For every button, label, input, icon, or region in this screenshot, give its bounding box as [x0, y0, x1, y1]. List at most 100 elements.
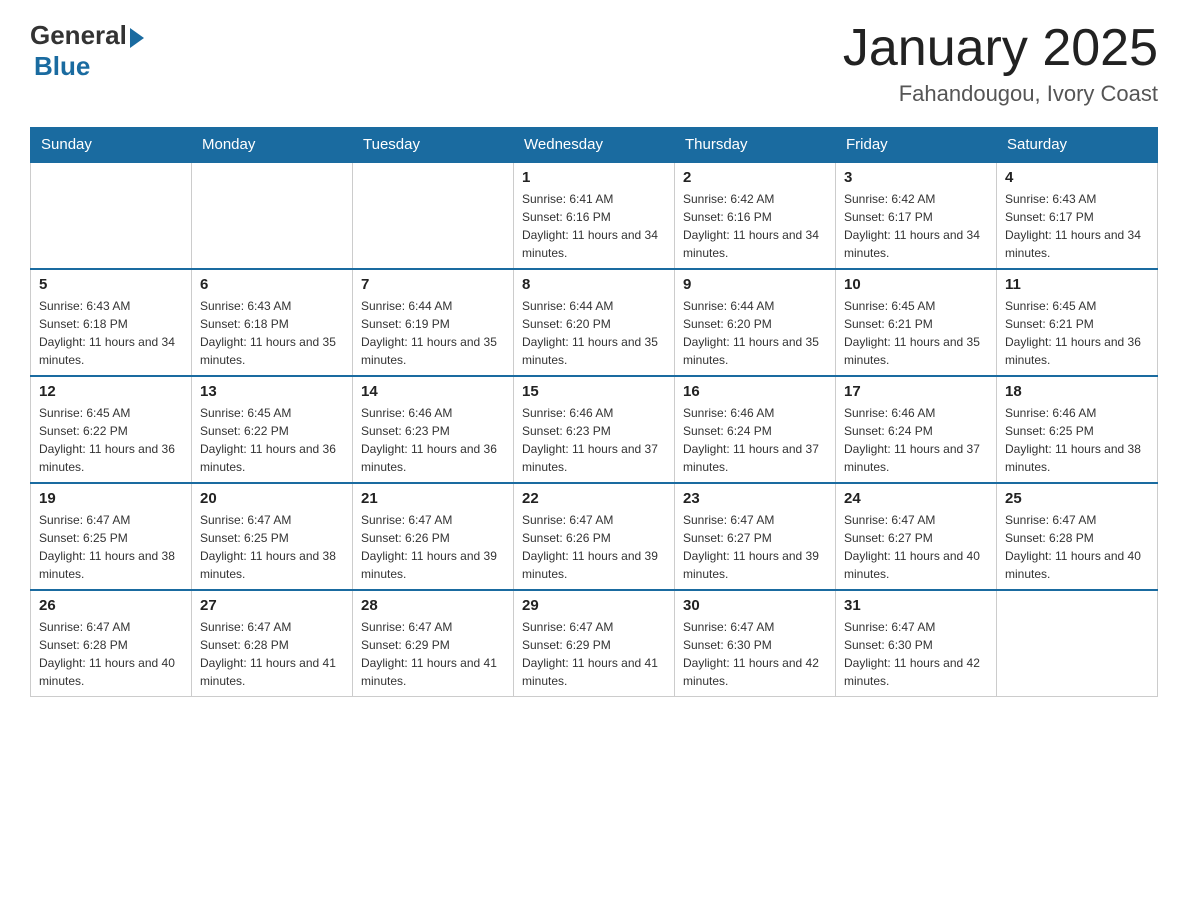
day-info: Sunrise: 6:46 AMSunset: 6:24 PMDaylight:…: [683, 404, 827, 476]
location-title: Fahandougou, Ivory Coast: [843, 81, 1158, 107]
day-number: 7: [361, 276, 505, 293]
calendar-day-cell: 2 Sunrise: 6:42 AMSunset: 6:16 PMDaylight…: [675, 162, 836, 269]
day-info: Sunrise: 6:44 AMSunset: 6:20 PMDaylight:…: [683, 297, 827, 369]
calendar-day-cell: 30Sunrise: 6:47 AMSunset: 6:30 PMDayligh…: [675, 590, 836, 697]
calendar-day-cell: 26 Sunrise: 6:47 AMSunset: 6:28 PMDayligh…: [31, 590, 192, 697]
calendar-header-wednesday: Wednesday: [514, 128, 675, 163]
calendar-day-cell: 21 Sunrise: 6:47 AMSunset: 6:26 PMDayligh…: [353, 483, 514, 590]
day-number: 8: [522, 276, 666, 293]
day-info: Sunrise: 6:43 AMSunset: 6:17 PMDaylight:…: [1005, 190, 1149, 262]
day-number: 2: [683, 169, 827, 186]
day-info: Sunrise: 6:46 AMSunset: 6:24 PMDaylight:…: [844, 404, 988, 476]
day-number: 31: [844, 597, 988, 614]
day-info: Sunrise: 6:47 AMSunset: 6:30 PMDaylight:…: [683, 618, 827, 690]
calendar-day-cell: [997, 590, 1158, 697]
day-info: Sunrise: 6:45 AMSunset: 6:21 PMDaylight:…: [844, 297, 988, 369]
page-header: General Blue January 2025 Fahandougou, I…: [30, 20, 1158, 107]
title-block: January 2025 Fahandougou, Ivory Coast: [843, 20, 1158, 107]
calendar-week-row: 1 Sunrise: 6:41 AMSunset: 6:16 PMDaylight…: [31, 162, 1158, 269]
day-info: Sunrise: 6:45 AMSunset: 6:21 PMDaylight:…: [1005, 297, 1149, 369]
day-info: Sunrise: 6:43 AMSunset: 6:18 PMDaylight:…: [200, 297, 344, 369]
day-info: Sunrise: 6:46 AMSunset: 6:23 PMDaylight:…: [522, 404, 666, 476]
day-number: 15: [522, 383, 666, 400]
day-info: Sunrise: 6:47 AMSunset: 6:28 PMDaylight:…: [200, 618, 344, 690]
day-info: Sunrise: 6:44 AMSunset: 6:20 PMDaylight:…: [522, 297, 666, 369]
day-number: 22: [522, 490, 666, 507]
calendar-week-row: 26 Sunrise: 6:47 AMSunset: 6:28 PMDayligh…: [31, 590, 1158, 697]
calendar-day-cell: 27 Sunrise: 6:47 AMSunset: 6:28 PMDayligh…: [192, 590, 353, 697]
day-info: Sunrise: 6:47 AMSunset: 6:26 PMDaylight:…: [522, 511, 666, 583]
day-info: Sunrise: 6:45 AMSunset: 6:22 PMDaylight:…: [200, 404, 344, 476]
day-info: Sunrise: 6:46 AMSunset: 6:25 PMDaylight:…: [1005, 404, 1149, 476]
day-number: 23: [683, 490, 827, 507]
calendar-header-sunday: Sunday: [31, 128, 192, 163]
day-info: Sunrise: 6:41 AMSunset: 6:16 PMDaylight:…: [522, 190, 666, 262]
calendar-day-cell: 18 Sunrise: 6:46 AMSunset: 6:25 PMDayligh…: [997, 376, 1158, 483]
day-info: Sunrise: 6:42 AMSunset: 6:16 PMDaylight:…: [683, 190, 827, 262]
day-info: Sunrise: 6:47 AMSunset: 6:26 PMDaylight:…: [361, 511, 505, 583]
calendar-day-cell: 8 Sunrise: 6:44 AMSunset: 6:20 PMDaylight…: [514, 269, 675, 376]
logo: General Blue: [30, 20, 144, 82]
day-number: 11: [1005, 276, 1149, 293]
calendar-header-friday: Friday: [836, 128, 997, 163]
calendar-day-cell: 23 Sunrise: 6:47 AMSunset: 6:27 PMDayligh…: [675, 483, 836, 590]
day-number: 1: [522, 169, 666, 186]
day-number: 4: [1005, 169, 1149, 186]
day-info: Sunrise: 6:43 AMSunset: 6:18 PMDaylight:…: [39, 297, 183, 369]
calendar-day-cell: 28Sunrise: 6:47 AMSunset: 6:29 PMDayligh…: [353, 590, 514, 697]
day-info: Sunrise: 6:47 AMSunset: 6:27 PMDaylight:…: [844, 511, 988, 583]
calendar-week-row: 19 Sunrise: 6:47 AMSunset: 6:25 PMDayligh…: [31, 483, 1158, 590]
day-info: Sunrise: 6:47 AMSunset: 6:25 PMDaylight:…: [39, 511, 183, 583]
logo-triangle-icon: [130, 28, 144, 48]
calendar-day-cell: 14Sunrise: 6:46 AMSunset: 6:23 PMDayligh…: [353, 376, 514, 483]
day-number: 12: [39, 383, 183, 400]
calendar-day-cell: [353, 162, 514, 269]
calendar-day-cell: 7 Sunrise: 6:44 AMSunset: 6:19 PMDaylight…: [353, 269, 514, 376]
day-number: 16: [683, 383, 827, 400]
calendar-header-monday: Monday: [192, 128, 353, 163]
day-number: 13: [200, 383, 344, 400]
day-number: 29: [522, 597, 666, 614]
day-info: Sunrise: 6:47 AMSunset: 6:25 PMDaylight:…: [200, 511, 344, 583]
calendar-week-row: 5 Sunrise: 6:43 AMSunset: 6:18 PMDaylight…: [31, 269, 1158, 376]
day-number: 5: [39, 276, 183, 293]
calendar-day-cell: 4 Sunrise: 6:43 AMSunset: 6:17 PMDaylight…: [997, 162, 1158, 269]
day-info: Sunrise: 6:47 AMSunset: 6:28 PMDaylight:…: [39, 618, 183, 690]
calendar-day-cell: 20 Sunrise: 6:47 AMSunset: 6:25 PMDayligh…: [192, 483, 353, 590]
day-number: 26: [39, 597, 183, 614]
calendar-day-cell: 24 Sunrise: 6:47 AMSunset: 6:27 PMDayligh…: [836, 483, 997, 590]
calendar-day-cell: 19 Sunrise: 6:47 AMSunset: 6:25 PMDayligh…: [31, 483, 192, 590]
calendar-day-cell: 6Sunrise: 6:43 AMSunset: 6:18 PMDaylight…: [192, 269, 353, 376]
logo-blue-text: Blue: [34, 51, 90, 82]
month-title: January 2025: [843, 20, 1158, 77]
logo-general-text: General: [30, 20, 127, 51]
calendar-day-cell: 1 Sunrise: 6:41 AMSunset: 6:16 PMDaylight…: [514, 162, 675, 269]
day-number: 9: [683, 276, 827, 293]
day-number: 19: [39, 490, 183, 507]
day-number: 17: [844, 383, 988, 400]
day-info: Sunrise: 6:47 AMSunset: 6:30 PMDaylight:…: [844, 618, 988, 690]
day-number: 14: [361, 383, 505, 400]
day-number: 27: [200, 597, 344, 614]
calendar-day-cell: 22 Sunrise: 6:47 AMSunset: 6:26 PMDayligh…: [514, 483, 675, 590]
day-number: 18: [1005, 383, 1149, 400]
calendar-day-cell: 3Sunrise: 6:42 AMSunset: 6:17 PMDaylight…: [836, 162, 997, 269]
calendar-header-saturday: Saturday: [997, 128, 1158, 163]
day-info: Sunrise: 6:44 AMSunset: 6:19 PMDaylight:…: [361, 297, 505, 369]
day-info: Sunrise: 6:45 AMSunset: 6:22 PMDaylight:…: [39, 404, 183, 476]
day-number: 20: [200, 490, 344, 507]
day-info: Sunrise: 6:47 AMSunset: 6:27 PMDaylight:…: [683, 511, 827, 583]
calendar-day-cell: 16 Sunrise: 6:46 AMSunset: 6:24 PMDayligh…: [675, 376, 836, 483]
calendar-day-cell: 29Sunrise: 6:47 AMSunset: 6:29 PMDayligh…: [514, 590, 675, 697]
calendar-table: SundayMondayTuesdayWednesdayThursdayFrid…: [30, 127, 1158, 697]
calendar-day-cell: 31 Sunrise: 6:47 AMSunset: 6:30 PMDayligh…: [836, 590, 997, 697]
day-number: 21: [361, 490, 505, 507]
calendar-day-cell: 12 Sunrise: 6:45 AMSunset: 6:22 PMDayligh…: [31, 376, 192, 483]
day-number: 25: [1005, 490, 1149, 507]
calendar-day-cell: 13 Sunrise: 6:45 AMSunset: 6:22 PMDayligh…: [192, 376, 353, 483]
calendar-day-cell: 9 Sunrise: 6:44 AMSunset: 6:20 PMDaylight…: [675, 269, 836, 376]
calendar-day-cell: 15 Sunrise: 6:46 AMSunset: 6:23 PMDayligh…: [514, 376, 675, 483]
day-number: 24: [844, 490, 988, 507]
day-info: Sunrise: 6:47 AMSunset: 6:29 PMDaylight:…: [361, 618, 505, 690]
calendar-day-cell: 5 Sunrise: 6:43 AMSunset: 6:18 PMDaylight…: [31, 269, 192, 376]
